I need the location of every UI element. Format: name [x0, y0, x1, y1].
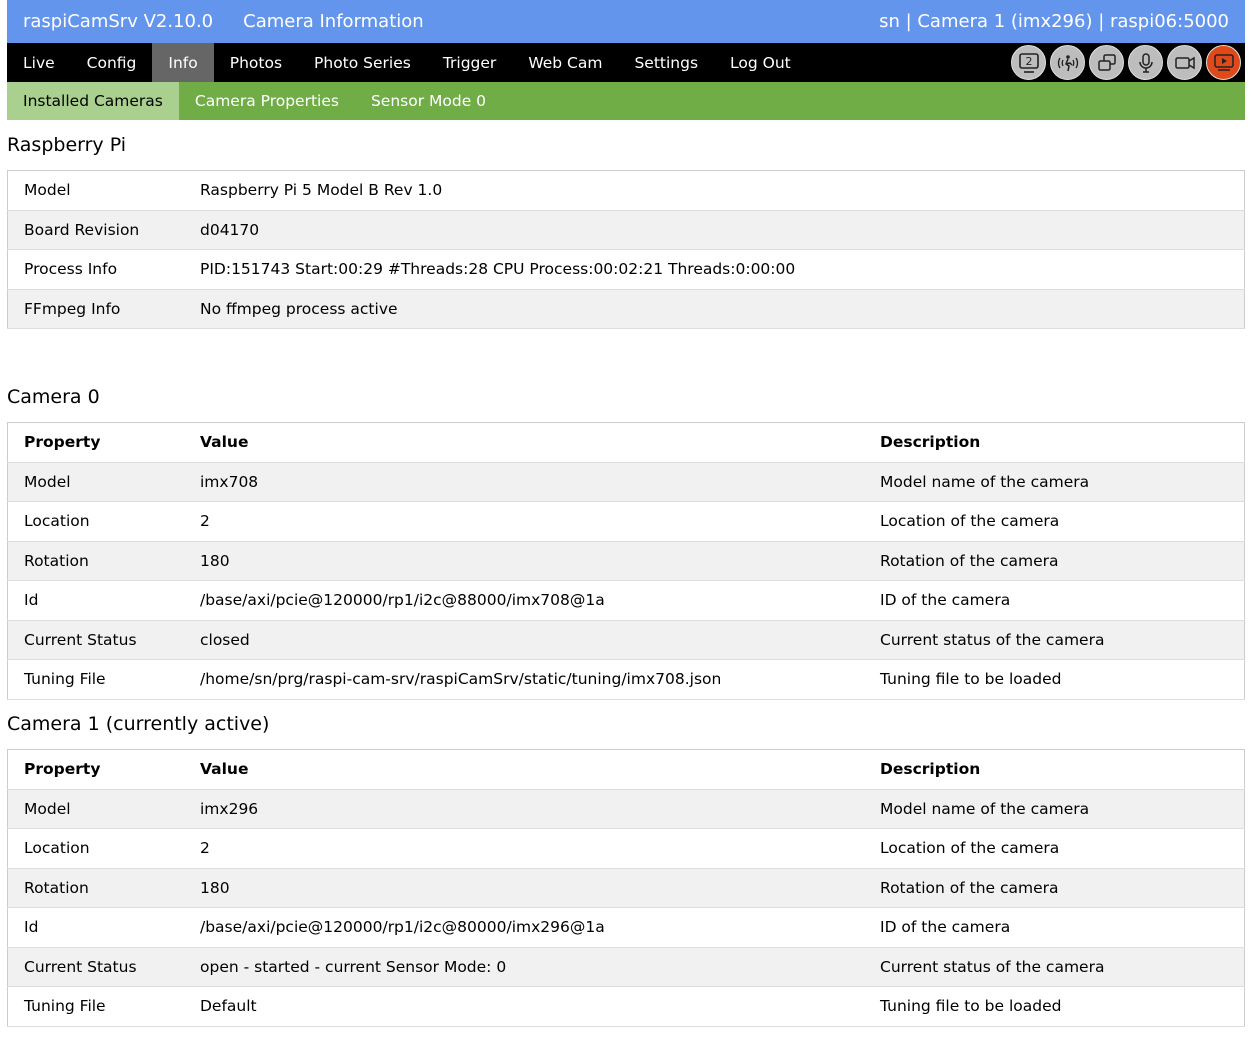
property-cell: Process Info — [7, 249, 184, 290]
motion-detect-icon[interactable] — [1050, 45, 1085, 80]
camera-1-table: Property Value Description Model imx296 … — [7, 749, 1245, 1027]
column-header-property: Property — [7, 749, 184, 790]
property-cell: Tuning File — [7, 659, 184, 700]
table-header-row: Property Value Description — [7, 422, 1245, 463]
nav-config[interactable]: Config — [71, 43, 153, 82]
video-camera-icon[interactable] — [1167, 45, 1202, 80]
microphone-icon[interactable] — [1128, 45, 1163, 80]
sub-nav: Installed Cameras Camera Properties Sens… — [7, 82, 1245, 120]
table-row: Location 2 Location of the camera — [7, 828, 1245, 869]
property-cell: Rotation — [7, 868, 184, 908]
nav-info[interactable]: Info — [152, 43, 214, 82]
description-cell: ID of the camera — [864, 907, 1245, 948]
property-cell: Current Status — [7, 947, 184, 987]
value-cell: 180 — [184, 541, 864, 581]
nav-photos[interactable]: Photos — [214, 43, 298, 82]
table-row: Tuning File Default Tuning file to be lo… — [7, 986, 1245, 1027]
property-cell: Location — [7, 828, 184, 869]
nav-settings[interactable]: Settings — [618, 43, 714, 82]
property-cell: Board Revision — [7, 210, 184, 250]
property-cell: Rotation — [7, 541, 184, 581]
value-cell: Default — [184, 986, 864, 1027]
description-cell: Current status of the camera — [864, 947, 1245, 987]
table-row: Current Status closed Current status of … — [7, 620, 1245, 660]
property-cell: Tuning File — [7, 986, 184, 1027]
nav-log-out[interactable]: Log Out — [714, 43, 807, 82]
description-cell: Location of the camera — [864, 828, 1245, 869]
table-row: Model imx708 Model name of the camera — [7, 462, 1245, 502]
multi-camera-icon[interactable] — [1089, 45, 1124, 80]
app-title: raspiCamSrv V2.10.0 — [23, 11, 214, 32]
property-cell: Model — [7, 170, 184, 211]
value-cell: closed — [184, 620, 864, 660]
camera-0-table: Property Value Description Model imx708 … — [7, 422, 1245, 700]
value-cell: imx296 — [184, 789, 864, 829]
column-header-value: Value — [184, 749, 864, 790]
value-cell: 2 — [184, 828, 864, 869]
value-cell: 2 — [184, 501, 864, 542]
table-row: Id /base/axi/pcie@120000/rp1/i2c@80000/i… — [7, 907, 1245, 948]
nav-photo-series[interactable]: Photo Series — [298, 43, 427, 82]
tab-sensor-mode-0[interactable]: Sensor Mode 0 — [355, 82, 502, 120]
property-cell: Model — [7, 462, 184, 502]
property-cell: Model — [7, 789, 184, 829]
table-row: FFmpeg Info No ffmpeg process active — [7, 289, 1245, 329]
property-cell: Location — [7, 501, 184, 542]
tab-camera-properties[interactable]: Camera Properties — [179, 82, 355, 120]
value-cell: /home/sn/prg/raspi-cam-srv/raspiCamSrv/s… — [184, 659, 864, 700]
property-cell: Current Status — [7, 620, 184, 660]
context-info: sn | Camera 1 (imx296) | raspi06:5000 — [879, 11, 1229, 32]
table-row: Model imx296 Model name of the camera — [7, 789, 1245, 829]
column-header-value: Value — [184, 422, 864, 463]
section-title-camera-0: Camera 0 — [7, 386, 100, 408]
value-cell: imx708 — [184, 462, 864, 502]
value-cell: No ffmpeg process active — [184, 289, 1245, 329]
property-cell: Id — [7, 907, 184, 948]
page-title: Camera Information — [243, 11, 424, 32]
table-row: Rotation 180 Rotation of the camera — [7, 868, 1245, 908]
property-cell: FFmpeg Info — [7, 289, 184, 329]
table-row: Current Status open - started - current … — [7, 947, 1245, 987]
description-cell: Model name of the camera — [864, 789, 1245, 829]
raspberry-pi-table: Model Raspberry Pi 5 Model B Rev 1.0 Boa… — [7, 170, 1245, 329]
column-header-description: Description — [864, 749, 1245, 790]
table-row: Id /base/axi/pcie@120000/rp1/i2c@88000/i… — [7, 580, 1245, 621]
stream-icon[interactable] — [1206, 45, 1241, 80]
svg-text:2: 2 — [1025, 55, 1032, 68]
value-cell: d04170 — [184, 210, 1245, 250]
description-cell: Rotation of the camera — [864, 541, 1245, 581]
table-row: Tuning File /home/sn/prg/raspi-cam-srv/r… — [7, 659, 1245, 700]
description-cell: ID of the camera — [864, 580, 1245, 621]
value-cell: 180 — [184, 868, 864, 908]
description-cell: Current status of the camera — [864, 620, 1245, 660]
app-header: raspiCamSrv V2.10.0 Camera Information s… — [7, 0, 1245, 43]
main-nav: Live Config Info Photos Photo Series Tri… — [7, 43, 1245, 82]
value-cell: PID:151743 Start:00:29 #Threads:28 CPU P… — [184, 249, 1245, 290]
value-cell: open - started - current Sensor Mode: 0 — [184, 947, 864, 987]
description-cell: Tuning file to be loaded — [864, 986, 1245, 1027]
table-row: Rotation 180 Rotation of the camera — [7, 541, 1245, 581]
description-cell: Rotation of the camera — [864, 868, 1245, 908]
value-cell: /base/axi/pcie@120000/rp1/i2c@88000/imx7… — [184, 580, 864, 621]
description-cell: Location of the camera — [864, 501, 1245, 542]
description-cell: Model name of the camera — [864, 462, 1245, 502]
section-title-camera-1: Camera 1 (currently active) — [7, 713, 270, 735]
nav-live[interactable]: Live — [7, 43, 71, 82]
nav-web-cam[interactable]: Web Cam — [512, 43, 618, 82]
column-header-property: Property — [7, 422, 184, 463]
nav-trigger[interactable]: Trigger — [427, 43, 512, 82]
value-cell: /base/axi/pcie@120000/rp1/i2c@80000/imx2… — [184, 907, 864, 948]
column-header-description: Description — [864, 422, 1245, 463]
table-row: Location 2 Location of the camera — [7, 501, 1245, 542]
table-row: Model Raspberry Pi 5 Model B Rev 1.0 — [7, 170, 1245, 211]
property-cell: Id — [7, 580, 184, 621]
table-header-row: Property Value Description — [7, 749, 1245, 790]
tab-installed-cameras[interactable]: Installed Cameras — [7, 82, 179, 120]
table-row: Process Info PID:151743 Start:00:29 #Thr… — [7, 249, 1245, 290]
camera-2-icon[interactable]: 2 — [1011, 45, 1046, 80]
table-row: Board Revision d04170 — [7, 210, 1245, 250]
description-cell: Tuning file to be loaded — [864, 659, 1245, 700]
value-cell: Raspberry Pi 5 Model B Rev 1.0 — [184, 170, 1245, 211]
section-title-raspberry-pi: Raspberry Pi — [7, 134, 127, 156]
